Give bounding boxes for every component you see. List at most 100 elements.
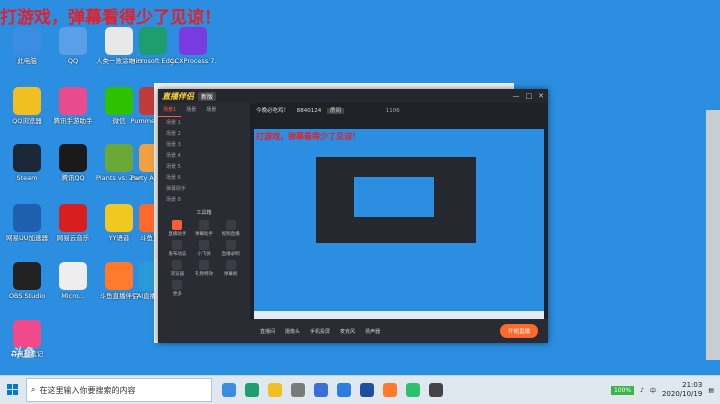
close-icon[interactable]: ✕ (538, 92, 544, 100)
desktop-icon[interactable]: 网易UU加速器 (4, 204, 50, 242)
desktop-icon-label: 网易UU加速器 (5, 234, 48, 242)
version-badge: 新版 (198, 91, 217, 101)
tool-label: 直播录制 (221, 252, 240, 257)
bottom-bar-item[interactable]: 扬声器 (365, 328, 380, 335)
viewer-count: 1106 (385, 108, 400, 114)
watermark-logo: 斗鱼 (10, 346, 35, 360)
douyu-icon[interactable] (383, 383, 397, 397)
tool-item[interactable]: 发布动态 (164, 240, 191, 257)
windows-icon (7, 384, 18, 395)
tool-icon (198, 260, 209, 270)
tool-icon (198, 220, 209, 230)
obs-icon[interactable] (429, 383, 443, 397)
search-box[interactable]: ⌕ 在这里输入你要搜索的内容 (26, 378, 212, 402)
desktop-icon[interactable]: 网易云音乐 (50, 204, 96, 242)
bottom-bar-item[interactable]: 手机投屏 (310, 328, 330, 335)
maximize-icon[interactable]: □ (526, 92, 533, 100)
tool-item[interactable]: 小飞侠 (191, 240, 218, 257)
desktop-icon[interactable]: Steam (4, 144, 50, 182)
battery-indicator[interactable]: 100% (610, 385, 635, 395)
minimize-icon[interactable]: — (513, 92, 520, 100)
tool-item[interactable]: 视频直播 (217, 220, 244, 237)
tool-label: 发布动态 (168, 252, 187, 257)
nested-preview (316, 157, 476, 243)
tool-icon (225, 220, 236, 230)
desktop-icon-label: 腾讯手游助手 (53, 117, 93, 125)
desktop-icon-label: Micro... (61, 292, 85, 300)
bottom-bar-item[interactable]: 摄像头 (285, 328, 300, 335)
scene-item[interactable]: 场景 3 (158, 139, 250, 150)
sidebar-tab[interactable]: 场景 (181, 103, 201, 117)
tool-item[interactable]: 直播助手 (164, 220, 191, 237)
app-icon (59, 87, 87, 115)
desktop-icon-label: QQ浏览器 (12, 117, 42, 125)
notification-icon[interactable]: ▤ (708, 387, 714, 394)
scene-item[interactable]: 场景 1 (158, 117, 250, 128)
tool-label: 更多 (172, 292, 182, 297)
bottom-bar-item[interactable]: 麦克风 (340, 328, 355, 335)
room-id: 8840124 (296, 108, 322, 114)
app-icon (59, 27, 87, 55)
scene-item[interactable]: 场景 5 (158, 161, 250, 172)
tool-item[interactable]: 直播录制 (217, 240, 244, 257)
desktop-icon[interactable]: QQ浏览器 (4, 87, 50, 125)
desktop-icon[interactable]: OBS Studio (4, 262, 50, 300)
uu-icon[interactable] (360, 383, 374, 397)
stream-overlay-text: 打游戏，弹幕看得少了见谅！ (0, 8, 221, 28)
tool-icon (198, 240, 209, 250)
stream-preview[interactable]: 打游戏，弹幕看得少了见谅！ (254, 129, 544, 319)
start-button[interactable] (0, 376, 26, 404)
scene-item[interactable]: 场景 2 (158, 128, 250, 139)
desktop-icon[interactable]: Micro... (50, 262, 96, 300)
store-icon[interactable] (291, 383, 305, 397)
tool-item[interactable]: 弹幕助手 (191, 220, 218, 237)
desktop-icon-label: 腾讯QQ (61, 174, 85, 182)
desktop-icon[interactable]: CCXProcess 7.3 (170, 27, 216, 65)
clock-date: 2020/10/19 (661, 390, 703, 398)
scene-item[interactable]: 弹幕助手 (158, 183, 250, 194)
live-companion-window[interactable]: 直播伴侣 新版 — □ ✕ 场景1 场景 场景 场景 1 场景 2 场景 3 场景 4 场景… (158, 89, 548, 343)
preview-overlay-text: 打游戏，弹幕看得少了见谅！ (256, 132, 360, 141)
mail-icon[interactable] (314, 383, 328, 397)
room-title[interactable]: 今晚必吃鸡！ (256, 108, 289, 114)
bottom-bar-item[interactable]: 直播间 (260, 328, 275, 335)
tool-item[interactable]: 浏览器 (164, 260, 191, 277)
scene-item[interactable]: 场景 6 (158, 172, 250, 183)
start-live-button[interactable]: 开始直播 (499, 324, 538, 338)
app-icon (13, 204, 41, 232)
edge-icon[interactable] (245, 383, 259, 397)
desktop-icon[interactable]: 腾讯手游助手 (50, 87, 96, 125)
title-bar: 直播伴侣 新版 — □ ✕ (158, 89, 548, 103)
desktop-icon[interactable]: 腾讯QQ (50, 144, 96, 182)
game-icon[interactable] (406, 383, 420, 397)
task-view-icon[interactable] (222, 383, 236, 397)
tool-icon (172, 220, 183, 230)
tool-label: 视频直播 (221, 232, 240, 237)
tool-item[interactable]: 弹幕姬 (217, 260, 244, 277)
sidebar-tab[interactable]: 场景 (201, 103, 221, 117)
app-icon[interactable] (337, 383, 351, 397)
ime-indicator[interactable]: 中 (650, 386, 656, 395)
app-icon (139, 27, 167, 55)
desktop-icon-label: OBS Studio (8, 292, 46, 300)
tool-icon (172, 240, 183, 250)
desktop-icon[interactable]: 此电脑 (4, 27, 50, 65)
tool-item[interactable]: 更多 (164, 280, 191, 297)
main-content: 今晚必吃鸡！ 8840124 房间 1106 打游戏，弹幕看得少了见谅！ 直播间… (250, 103, 548, 343)
clock[interactable]: 21:03 2020/10/19 (662, 381, 702, 399)
nested-taskbar (254, 311, 544, 319)
search-icon: ⌕ (31, 385, 36, 394)
tool-icon (172, 260, 183, 270)
sidebar-tab[interactable]: 场景1 (158, 103, 182, 117)
volume-icon[interactable]: ♪ (640, 387, 644, 394)
app-icon (105, 204, 133, 232)
desktop-icon[interactable]: QQ (50, 27, 96, 65)
app-icon (13, 262, 41, 290)
scene-item[interactable]: 场景 4 (158, 150, 250, 161)
explorer-icon[interactable] (268, 383, 282, 397)
room-tag[interactable]: 房间 (327, 108, 345, 114)
clock-time: 21:03 (682, 381, 703, 389)
scene-item[interactable]: 场景 8 (158, 194, 250, 205)
app-icon (13, 87, 41, 115)
tool-item[interactable]: 礼物特效 (191, 260, 218, 277)
